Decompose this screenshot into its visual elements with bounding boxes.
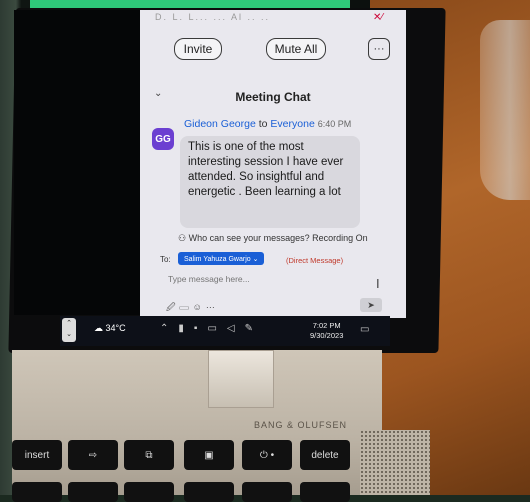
notification-icon[interactable]: ▭: [360, 324, 369, 335]
to-label: To:: [160, 255, 171, 264]
water-glass: [480, 20, 530, 200]
avatar: GG: [152, 128, 174, 150]
chat-panel: D. L. L... ... Al .. .. ✕⁄ Invite Mute A…: [140, 10, 406, 318]
power-icon: ⏻ •: [259, 449, 275, 461]
message-time: 6:40 PM: [317, 119, 352, 129]
clock-date: 9/30/2023: [310, 331, 344, 340]
attach-icon[interactable]: 🖉: [166, 302, 180, 312]
invite-button[interactable]: Invite: [174, 38, 222, 60]
key-row2-3[interactable]: [124, 482, 174, 502]
key-row2-4[interactable]: [184, 482, 234, 502]
message-bubble: This is one of the most interesting sess…: [180, 136, 360, 228]
key-screen[interactable]: ⧉: [124, 440, 174, 470]
chat-title: Meeting Chat: [235, 90, 311, 104]
brand-label: BANG & OLUFSEN: [254, 420, 348, 430]
screen-share-icon: ⧉: [145, 449, 153, 461]
who-can-see-text: Who can see your messages? Recording On: [188, 233, 368, 243]
battery-icon[interactable]: ▭: [207, 323, 226, 334]
to-word: to: [258, 118, 268, 130]
key-row2-6[interactable]: [300, 482, 350, 502]
key-privacy[interactable]: ▣: [184, 440, 234, 470]
who-can-see-link[interactable]: ⚇ Who can see your messages? Recording O…: [178, 233, 368, 244]
mic-icon[interactable]: ▮: [178, 323, 194, 334]
chat-toolbar: 🖉▭☺⋯: [166, 300, 219, 316]
app-icon[interactable]: ▪: [194, 323, 208, 334]
key-insert[interactable]: insert: [12, 440, 62, 470]
emoji-icon[interactable]: ☺: [193, 302, 206, 312]
clock-time: 7:02 PM: [312, 321, 341, 330]
weather-temp: 34°C: [105, 323, 126, 333]
recipient-dropdown[interactable]: Salim Yahuza Gwarjo ⌄: [178, 252, 265, 265]
key-insert-label: insert: [24, 449, 50, 461]
key-delete-label: delete: [311, 449, 339, 461]
direct-message-note: (Direct Message): [286, 256, 344, 265]
key-touchpad[interactable]: ⇨: [68, 440, 118, 470]
pen-icon[interactable]: ✎: [245, 323, 263, 334]
more-tools-icon[interactable]: ⋯: [206, 302, 219, 312]
to-target: Everyone: [270, 118, 315, 130]
privacy-icon: ▣: [204, 449, 214, 461]
scroll-arrows-icon[interactable]: ⌃ ⌄: [62, 318, 76, 342]
green-top-edge: [30, 0, 350, 8]
key-delete[interactable]: delete: [300, 440, 350, 470]
clock[interactable]: 7:02 PM 9/30/2023: [310, 321, 343, 341]
sender-name: Gideon George: [184, 118, 256, 130]
touchpad-icon: ⇨: [88, 449, 98, 461]
laptop-hinge: [208, 350, 274, 408]
keyboard: insert ⇨ ⧉ ▣ ⏻ • delete: [12, 440, 382, 502]
chevron-up-icon[interactable]: ⌃: [160, 323, 178, 334]
speaker-icon[interactable]: ◁: [227, 323, 245, 334]
key-row2-1[interactable]: [12, 482, 62, 502]
key-row2-2[interactable]: [68, 482, 118, 502]
more-options-button[interactable]: ···: [368, 38, 390, 60]
tray-icons: ⌃▮▪▭◁✎: [160, 323, 263, 334]
top-faint-text: D. L. L... ... Al .. ..: [155, 12, 271, 22]
file-icon[interactable]: ▭: [180, 302, 193, 312]
weather-widget[interactable]: ☁ 34°C: [94, 323, 126, 334]
screen-dark-area: [14, 10, 149, 315]
text-cursor-icon: I: [376, 276, 380, 291]
message-header: Gideon George to Everyone 6:40 PM: [184, 118, 351, 130]
key-power[interactable]: ⏻ •: [242, 440, 292, 470]
people-icon: ⚇: [178, 233, 189, 243]
mute-all-button[interactable]: Mute All: [266, 38, 326, 60]
mic-off-icon[interactable]: ✕⁄: [373, 12, 383, 23]
taskbar: ☁ 34°C ⌃▮▪▭◁✎ 7:02 PM 9/30/2023 ▭: [60, 316, 390, 346]
key-row2-5[interactable]: [242, 482, 292, 502]
message-input[interactable]: [166, 273, 370, 285]
send-button[interactable]: ➤: [360, 298, 382, 312]
